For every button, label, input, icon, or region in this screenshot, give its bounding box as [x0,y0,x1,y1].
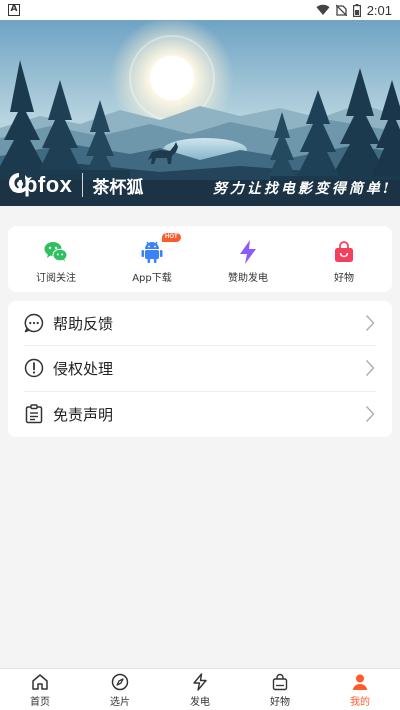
wechat-icon [44,240,68,264]
compass-icon [110,672,130,692]
sponsor-button[interactable]: 赞助发电 [200,226,296,292]
nav-goods-label: 好物 [270,696,290,708]
battery-icon [352,3,361,17]
disclaimer-item[interactable]: 免责声明 [24,392,376,437]
notification-icon: A [8,4,20,16]
brand-divider [82,173,84,197]
sponsor-label: 赞助发电 [228,273,268,284]
brand-chinese-name: 茶杯狐 [92,177,144,198]
slogan: 努力让找电影变得简单! [212,181,392,197]
header-banner: upfox 茶杯狐 努力让找电影变得简单! [0,20,400,206]
nav-sponsor-label: 发电 [190,696,210,708]
nav-sponsor[interactable]: 发电 [160,669,240,710]
chevron-right-icon [364,358,376,378]
nav-mine[interactable]: 我的 [320,669,400,710]
bottom-nav: 首页 选片 发电 好物 我的 [0,668,400,710]
chat-bubble-icon [24,313,44,333]
hot-badge: HOT [162,233,181,242]
lightning-icon [190,672,210,692]
subscribe-follow-button[interactable]: 订阅关注 [8,226,104,292]
help-feedback-item[interactable]: 帮助反馈 [24,301,376,347]
user-icon [350,672,370,692]
goods-button[interactable]: 好物 [296,226,392,292]
subscribe-follow-label: 订阅关注 [36,273,76,284]
shopping-bag-icon [332,240,356,264]
sim-off-icon [335,4,347,16]
infringement-label: 侵权处理 [53,359,114,378]
quick-actions-card: 订阅关注 HOT App下载 赞助发电 好物 [8,226,392,292]
nav-browse[interactable]: 选片 [80,669,160,710]
chevron-right-icon [364,404,376,424]
disclaimer-label: 免责声明 [53,405,114,424]
infringement-item[interactable]: 侵权处理 [24,346,376,392]
status-bar: A 2:01 [0,0,400,20]
lightning-icon [236,240,260,264]
nav-home-label: 首页 [30,696,50,708]
app-download-label: App下载 [132,273,172,284]
nav-goods[interactable]: 好物 [240,669,320,710]
clipboard-icon [24,404,44,424]
wifi-icon [316,4,330,16]
home-icon [30,672,50,692]
help-feedback-label: 帮助反馈 [53,314,114,333]
nav-home[interactable]: 首页 [0,669,80,710]
nav-browse-label: 选片 [110,696,130,708]
brand-logo: upfox 茶杯狐 [8,172,143,198]
bag-icon [270,672,290,692]
app-download-button[interactable]: HOT App下载 [104,226,200,292]
alert-circle-icon [24,358,44,378]
nav-mine-label: 我的 [350,696,370,708]
status-time: 2:01 [366,2,392,18]
chevron-right-icon [364,313,376,333]
android-icon [140,240,164,264]
goods-label: 好物 [334,273,354,284]
menu-card: 帮助反馈 侵权处理 免责声明 [8,301,392,437]
